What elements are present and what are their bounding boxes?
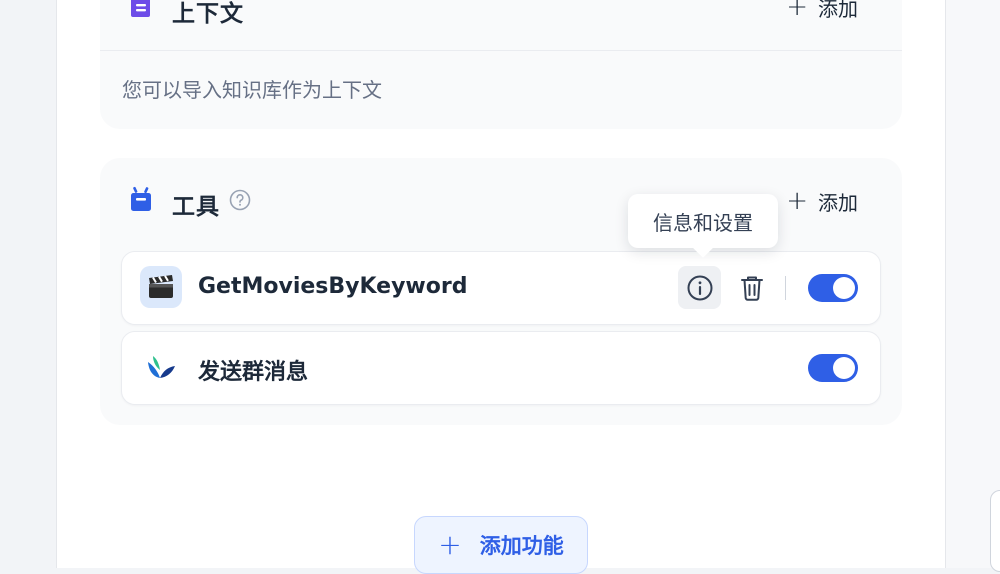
context-add-button[interactable]: + 添加 (786, 0, 858, 22)
tool-row[interactable]: GetMoviesByKeyword (121, 251, 881, 325)
toolbox-icon (131, 186, 151, 211)
right-preview-area (946, 0, 1000, 568)
info-button[interactable] (678, 266, 721, 309)
preview-card-edge (990, 490, 1000, 572)
add-feature-label: 添加功能 (479, 534, 564, 558)
enable-toggle[interactable] (808, 274, 858, 302)
context-add-label: 添加 (818, 0, 858, 21)
tool-row[interactable]: 发送群消息 (121, 331, 881, 405)
tool-name: 发送群消息 (198, 360, 309, 385)
tool-name: GetMoviesByKeyword (198, 274, 468, 299)
add-feature-button[interactable]: + 添加功能 (414, 516, 588, 574)
context-header: 上下文 + 添加 (100, 0, 902, 51)
toggle-knob (833, 277, 855, 299)
bird-logo-icon (140, 346, 182, 388)
tools-add-label: 添加 (818, 190, 858, 215)
help-icon[interactable] (229, 189, 251, 211)
divider (785, 276, 786, 300)
delete-button[interactable] (730, 266, 773, 309)
document-icon (131, 0, 150, 17)
context-section: 上下文 + 添加 您可以导入知识库作为上下文 (100, 0, 902, 129)
context-description: 您可以导入知识库作为上下文 (122, 78, 382, 102)
enable-toggle[interactable] (808, 354, 858, 382)
trash-icon (740, 276, 763, 301)
clapperboard-icon (140, 266, 182, 308)
tools-add-button[interactable]: + 添加 (786, 186, 858, 216)
plus-icon: + (786, 186, 808, 216)
plus-icon: + (438, 528, 462, 561)
plus-icon: + (786, 0, 808, 22)
tools-section: 工具 + 添加 GetMoviesByKeyword 发送群消息 (100, 158, 902, 425)
info-tooltip: 信息和设置 (628, 194, 778, 248)
tools-title: 工具 (172, 194, 220, 220)
info-icon (687, 275, 712, 300)
context-title: 上下文 (172, 1, 244, 27)
toggle-knob (833, 357, 855, 379)
